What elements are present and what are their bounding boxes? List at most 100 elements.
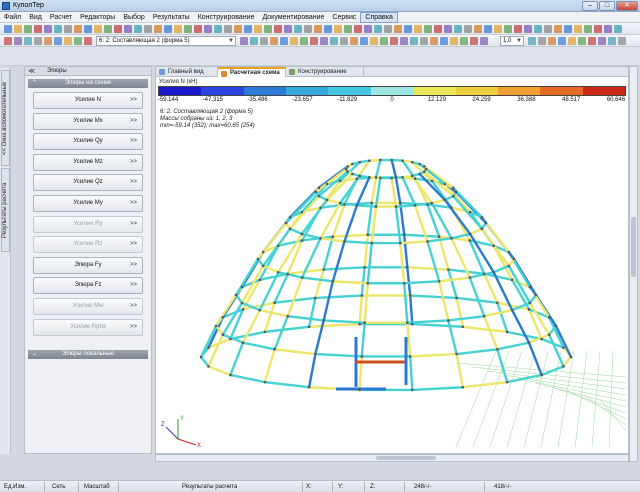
frame-member[interactable] xyxy=(331,204,346,238)
frame-member[interactable] xyxy=(410,352,457,358)
node-point[interactable] xyxy=(346,165,349,168)
node-point[interactable] xyxy=(325,198,329,202)
frame-member[interactable] xyxy=(235,294,244,304)
frame-member[interactable] xyxy=(426,241,441,282)
toolbar-button-icon[interactable] xyxy=(454,25,462,33)
node-point[interactable] xyxy=(207,365,210,368)
node-point[interactable] xyxy=(505,330,509,334)
structure-3d-view[interactable]: Y X Z xyxy=(156,127,628,453)
node-point[interactable] xyxy=(256,257,260,261)
menu-documents[interactable]: Документирование xyxy=(258,12,328,23)
node-point[interactable] xyxy=(507,264,511,268)
node-point[interactable] xyxy=(461,325,465,329)
frame-member[interactable] xyxy=(562,356,572,368)
frame-member[interactable] xyxy=(369,158,381,162)
node-point[interactable] xyxy=(358,322,361,326)
node-point[interactable] xyxy=(374,205,378,208)
node-point[interactable] xyxy=(562,365,565,368)
frame-member[interactable] xyxy=(408,356,414,390)
toolbar-button-icon[interactable] xyxy=(330,37,338,45)
frame-member[interactable] xyxy=(307,353,317,388)
frame-member[interactable] xyxy=(400,240,428,245)
toolbar-button-icon[interactable] xyxy=(174,25,182,33)
vertical-scrollbar[interactable] xyxy=(629,66,638,462)
toolbar-button-icon[interactable] xyxy=(514,25,522,33)
frame-member[interactable] xyxy=(309,322,360,328)
toolbar-button-icon[interactable] xyxy=(290,37,298,45)
node-point[interactable] xyxy=(413,177,417,180)
node-point[interactable] xyxy=(338,201,342,205)
menu-help[interactable]: Справка xyxy=(360,12,398,23)
menu-editors[interactable]: Редакторы xyxy=(76,12,119,23)
frame-member[interactable] xyxy=(541,365,564,377)
close-button[interactable]: ✕ xyxy=(616,1,638,11)
scroll-thumb[interactable] xyxy=(376,456,436,460)
toolbar-button-icon[interactable] xyxy=(134,25,142,33)
node-point[interactable] xyxy=(366,233,370,237)
node-point[interactable] xyxy=(447,268,450,271)
node-point[interactable] xyxy=(300,239,304,242)
toolbar-button-icon[interactable] xyxy=(234,25,242,33)
node-point[interactable] xyxy=(351,162,354,166)
node-point[interactable] xyxy=(443,182,447,186)
node-point[interactable] xyxy=(482,314,486,318)
node-point[interactable] xyxy=(437,279,441,283)
diagram-button-7[interactable]: Усилие Ry >> xyxy=(33,215,143,233)
frame-member[interactable] xyxy=(263,348,276,383)
toolbar-button-icon[interactable] xyxy=(310,37,318,45)
toolbar-button-icon[interactable] xyxy=(260,37,268,45)
toolbar-button-icon[interactable] xyxy=(54,37,62,45)
node-point[interactable] xyxy=(510,308,514,312)
frame-member[interactable] xyxy=(360,267,366,296)
scale-button[interactable]: Масштаб xyxy=(84,483,110,491)
frame-member[interactable] xyxy=(391,158,403,162)
frame-member[interactable] xyxy=(403,234,409,268)
node-point[interactable] xyxy=(343,240,346,243)
section-scheme-diagrams[interactable]: ⌃ Эпюры на схеме xyxy=(28,79,148,88)
diagram-button-2[interactable]: Усилие Mx >> xyxy=(33,112,143,130)
node-point[interactable] xyxy=(443,198,447,202)
node-point[interactable] xyxy=(346,170,349,173)
frame-member[interactable] xyxy=(302,276,333,283)
toolbar-button-icon[interactable] xyxy=(24,37,32,45)
node-point[interactable] xyxy=(527,341,531,344)
frame-member[interactable] xyxy=(426,204,441,238)
frame-member[interactable] xyxy=(366,242,373,284)
node-point[interactable] xyxy=(322,268,325,271)
node-point[interactable] xyxy=(234,293,238,297)
toolbar-button-icon[interactable] xyxy=(548,37,556,45)
node-point[interactable] xyxy=(510,278,514,282)
node-point[interactable] xyxy=(358,388,361,392)
toolbar-button-icon[interactable] xyxy=(558,37,566,45)
toolbar-button-icon[interactable] xyxy=(354,25,362,33)
frame-member[interactable] xyxy=(402,159,413,164)
frame-member[interactable] xyxy=(214,294,238,327)
frame-member[interactable] xyxy=(320,237,345,243)
node-point[interactable] xyxy=(286,314,290,318)
node-point[interactable] xyxy=(314,190,318,194)
frame-member[interactable] xyxy=(431,198,446,205)
frame-member[interactable] xyxy=(259,308,289,318)
diagram-button-5[interactable]: Усилие Qz >> xyxy=(33,174,143,192)
toolbar-button-icon[interactable] xyxy=(154,25,162,33)
node-point[interactable] xyxy=(360,355,364,358)
toolbar-button-icon[interactable] xyxy=(380,37,388,45)
node-point[interactable] xyxy=(484,221,488,225)
frame-member[interactable] xyxy=(318,195,328,202)
toolbar-button-icon[interactable] xyxy=(364,25,372,33)
frame-member[interactable] xyxy=(307,297,317,328)
node-point[interactable] xyxy=(562,346,565,349)
frame-member[interactable] xyxy=(407,266,449,271)
node-point[interactable] xyxy=(507,250,511,254)
toolbar-button-icon[interactable] xyxy=(164,25,172,33)
toolbar-button-icon[interactable] xyxy=(244,25,252,33)
toolbar-button-icon[interactable] xyxy=(444,25,452,33)
node-point[interactable] xyxy=(402,233,406,237)
toolbar-button-icon[interactable] xyxy=(184,25,192,33)
node-point[interactable] xyxy=(351,172,354,176)
frame-member[interactable] xyxy=(399,202,406,235)
toolbar-button-icon[interactable] xyxy=(374,25,382,33)
node-point[interactable] xyxy=(273,301,276,305)
toolbar-button-icon[interactable] xyxy=(74,25,82,33)
toolbar-button-icon[interactable] xyxy=(410,37,418,45)
